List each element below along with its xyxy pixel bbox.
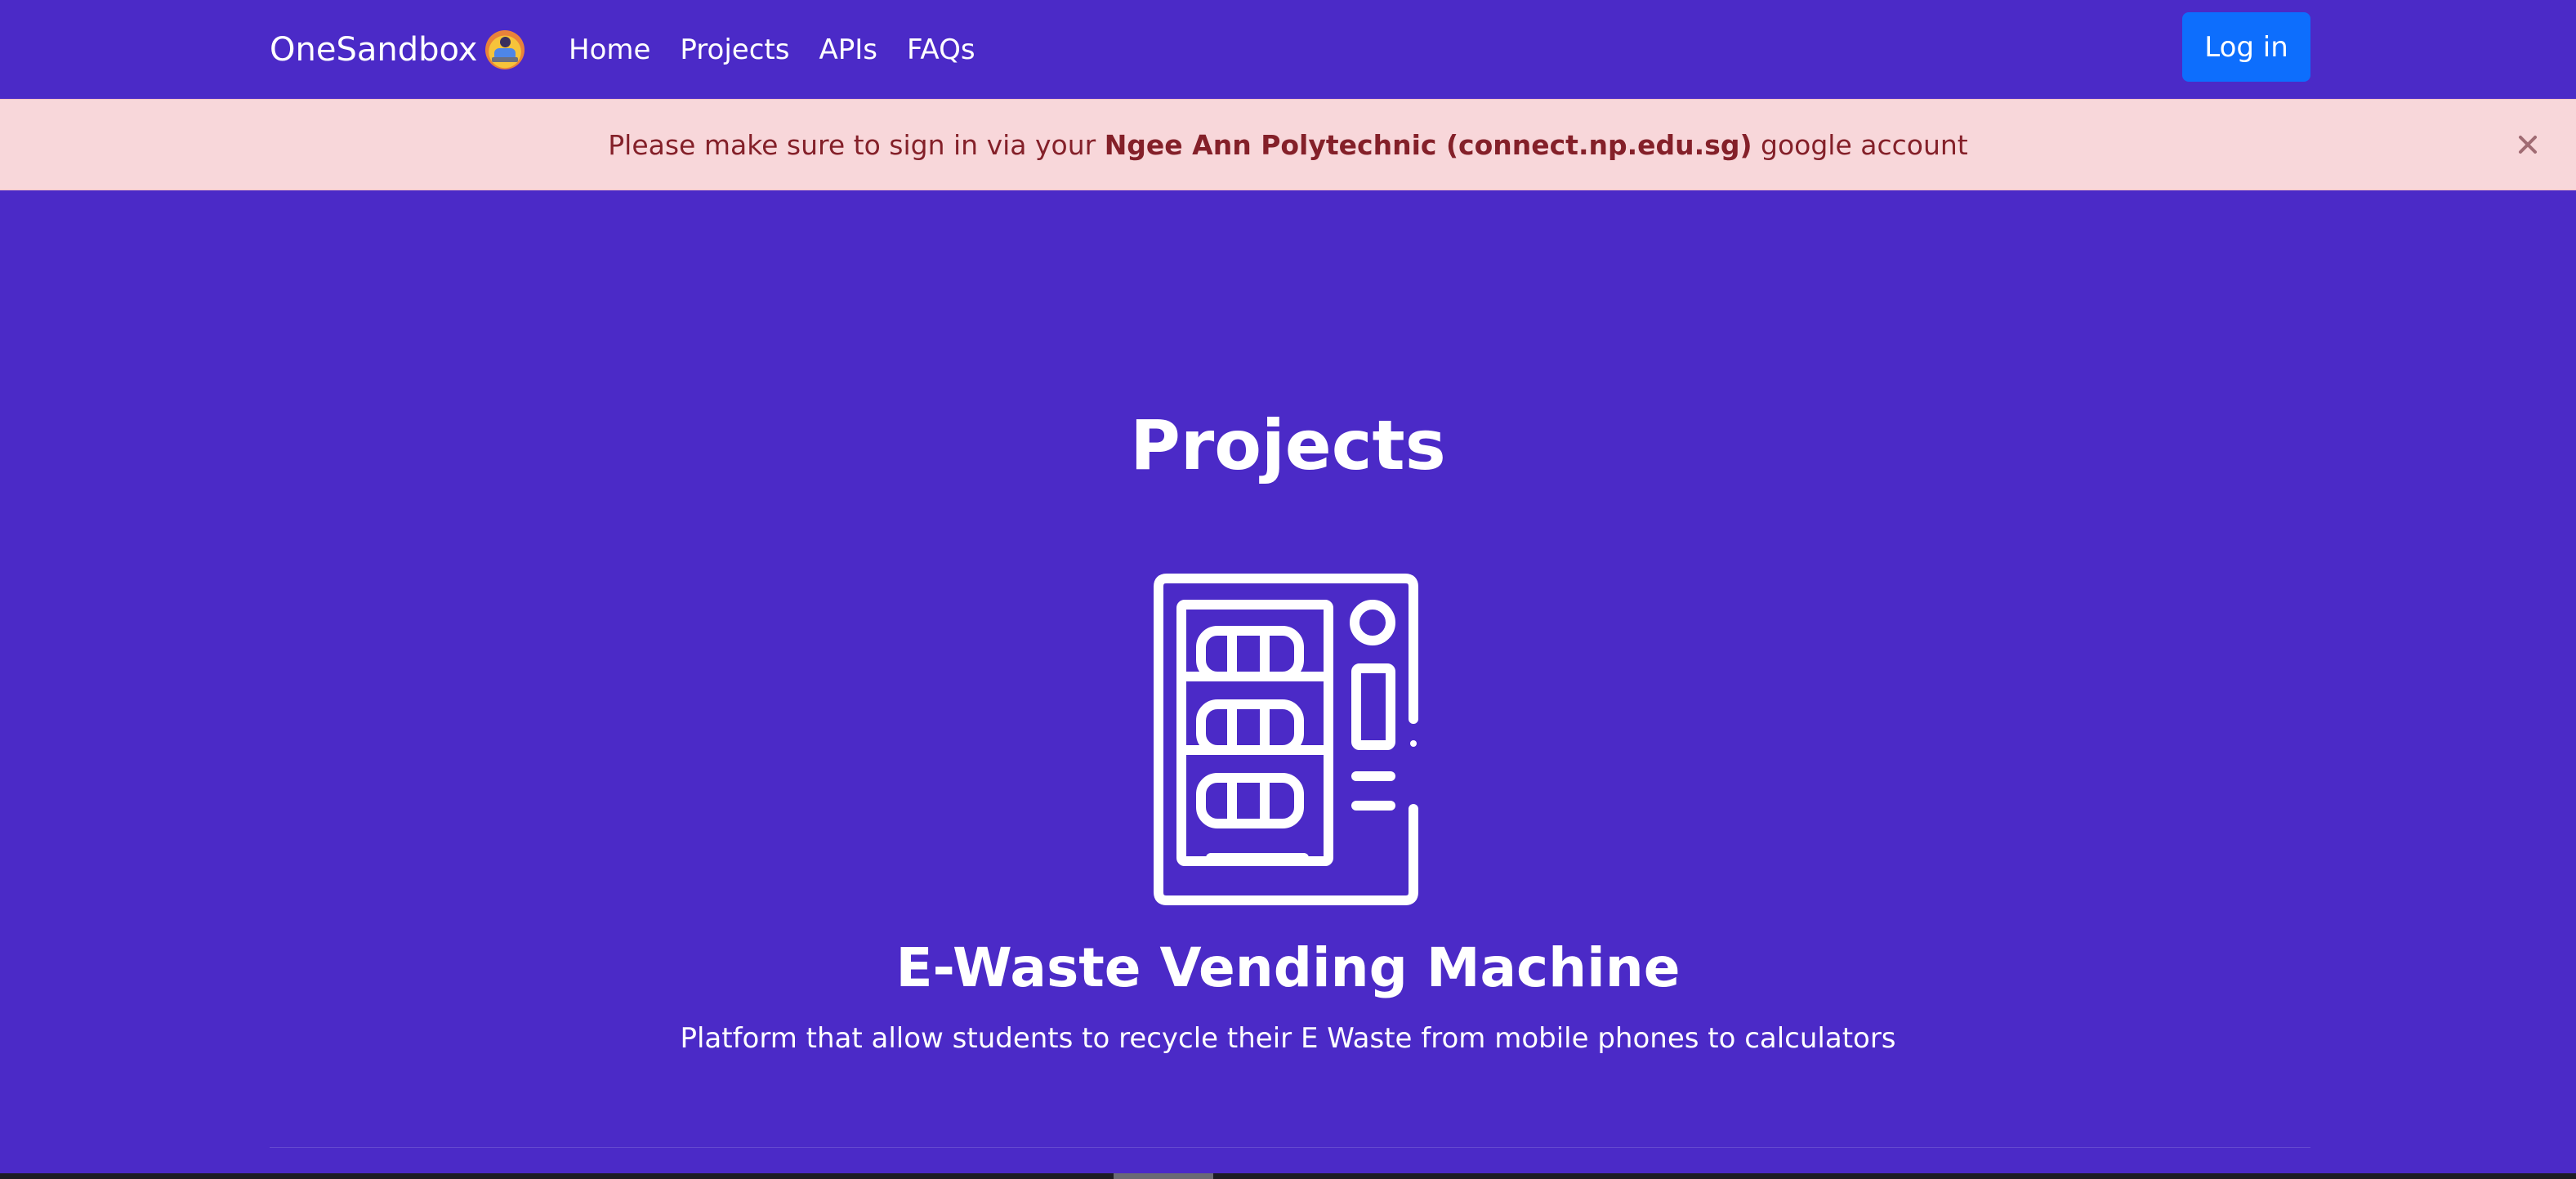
- vending-machine-icon[interactable]: [1152, 572, 1430, 905]
- alert-emphasis: Ngee Ann Polytechnic (connect.np.edu.sg): [1104, 128, 1752, 161]
- alert-prefix: Please make sure to sign in via your: [608, 128, 1105, 161]
- page-title: Projects: [1130, 405, 1446, 485]
- alert-message: Please make sure to sign in via your Nge…: [608, 129, 1967, 161]
- brand-link[interactable]: OneSandbox: [270, 25, 525, 75]
- close-icon[interactable]: [2510, 127, 2546, 163]
- nav-links: Home Projects APIs FAQs: [569, 25, 1005, 75]
- nav-link-apis[interactable]: APIs: [819, 25, 877, 75]
- login-button[interactable]: Log in: [2182, 12, 2310, 82]
- nav-link-home[interactable]: Home: [569, 25, 650, 75]
- project-description: Platform that allow students to recycle …: [680, 1022, 1896, 1055]
- horizontal-scrollbar[interactable]: [0, 1173, 2576, 1179]
- brand-name: OneSandbox: [270, 31, 478, 69]
- scrollbar-thumb[interactable]: [1114, 1173, 1213, 1179]
- nav-link-faqs[interactable]: FAQs: [907, 25, 975, 75]
- project-title[interactable]: E-Waste Vending Machine: [0, 931, 2576, 1005]
- navbar: OneSandbox Home Projects APIs FAQs Log i…: [0, 0, 2576, 98]
- divider: [270, 1147, 2310, 1148]
- alert-suffix: google account: [1752, 128, 1968, 161]
- person-at-laptop-logo-icon: [485, 30, 525, 69]
- signin-alert: Please make sure to sign in via your Nge…: [0, 99, 2576, 190]
- nav-link-projects[interactable]: Projects: [680, 25, 789, 75]
